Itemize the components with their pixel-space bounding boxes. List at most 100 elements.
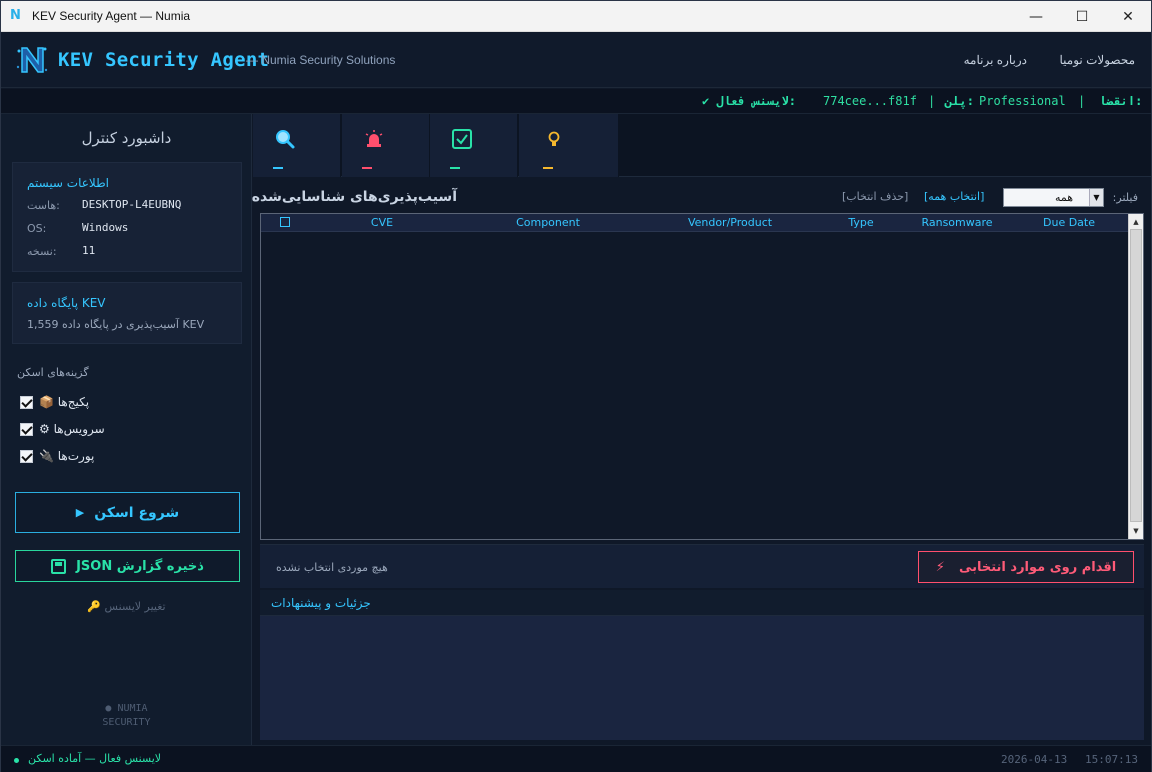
act-on-selected-button[interactable]: اقدام روی موارد انتخابی ⚡	[918, 551, 1134, 583]
minimize-button[interactable]: —	[1013, 1, 1059, 32]
system-info-card: اطلاعات سیستم هاست: DESKTOP-L4EUBNQ OS: …	[12, 162, 242, 272]
search-icon	[276, 130, 295, 149]
scroll-up-icon[interactable]: ▲	[1130, 216, 1142, 228]
save-json-label: ذخیره گزارش JSON	[76, 558, 204, 574]
status-dot-icon	[14, 758, 19, 763]
alarm-icon	[365, 130, 383, 147]
ports-checkbox[interactable]	[20, 449, 33, 463]
app-logo-icon: N	[10, 8, 21, 23]
play-icon: ▶	[75, 506, 85, 519]
save-icon	[51, 558, 67, 574]
menu-about[interactable]: درباره برنامه	[964, 53, 1027, 67]
column-type[interactable]: Type	[848, 216, 873, 229]
os-label: OS:	[27, 222, 47, 235]
brand-line-1: ● NUMIA	[105, 703, 148, 714]
brand-watermark: ● NUMIA SECURITY	[1, 702, 252, 730]
option-services[interactable]: ⚙ سرویس‌ها	[20, 422, 105, 436]
details-title: جزئیات و پیشنهادات	[271, 596, 371, 610]
version-value: 11	[82, 244, 96, 257]
close-button[interactable]: ✕	[1105, 1, 1151, 32]
bulb-icon	[548, 131, 560, 146]
filter-dropdown[interactable]: همه ▼	[1003, 188, 1104, 207]
scroll-down-icon[interactable]: ▼	[1130, 525, 1142, 537]
chevron-down-icon: ▼	[1089, 189, 1103, 206]
license-separator: |	[1078, 94, 1086, 108]
start-scan-label: شروع اسکن	[94, 504, 180, 521]
status-text: لایسنس فعال — آماده اسکن	[28, 752, 162, 765]
table-scrollbar[interactable]: ▲ ▼	[1128, 214, 1143, 539]
host-label: هاست:	[27, 199, 60, 212]
expiry-label: انقضا:	[1099, 94, 1143, 108]
maximize-button[interactable]: ☐	[1059, 1, 1105, 32]
os-value: Windows	[82, 221, 129, 234]
column-component[interactable]: Component	[516, 216, 580, 229]
plan-value: Professional	[979, 94, 1066, 108]
license-bar: ✔ لایسنس فعال: 774cee...f81f | پلن: Prof…	[1, 89, 1151, 114]
tab-remediation[interactable]	[430, 114, 518, 177]
save-json-button[interactable]: ذخیره گزارش JSON	[15, 550, 240, 582]
status-bar: لایسنس فعال — آماده اسکن 2026-04-13 15:0…	[1, 745, 1151, 772]
status-time: 15:07:13	[1085, 753, 1138, 766]
act-on-selected-label: اقدام روی موارد انتخابی	[958, 559, 1117, 575]
services-label: ⚙ سرویس‌ها	[39, 422, 105, 436]
sidebar-title: داشبورد کنترل	[81, 129, 172, 147]
option-packages[interactable]: 📦 پکیج‌ها	[20, 395, 89, 409]
filter-label: فیلتر:	[1112, 191, 1138, 204]
tab-scan-results[interactable]	[253, 114, 341, 177]
kev-database-summary: 1,559 آسیب‌پذیری در پایگاه داده KEV	[27, 318, 205, 331]
column-vendor-product[interactable]: Vendor/Product	[688, 216, 772, 229]
plan-label: پلن:	[945, 94, 974, 108]
app-header: KEV Security Agent — Numia Security Solu…	[1, 32, 1151, 88]
packages-checkbox[interactable]	[20, 395, 33, 409]
vulnerabilities-table[interactable]: CVE Component Vendor/Product Type Ransom…	[260, 213, 1144, 540]
app-title: KEV Security Agent	[58, 49, 270, 71]
select-all-checkbox[interactable]	[280, 217, 290, 227]
license-separator: |	[928, 94, 936, 108]
license-key: 774cee...f81f	[823, 94, 917, 108]
app-subtitle: — Numia Security Solutions	[246, 53, 396, 67]
details-panel: جزئیات و پیشنهادات	[260, 590, 1144, 740]
tab-underline	[450, 167, 460, 169]
title-bar: N KEV Security Agent — Numia — ☐ ✕	[1, 1, 1151, 32]
ports-label: 🔌 پورت‌ها	[39, 449, 95, 463]
column-due-date[interactable]: Due Date	[1043, 216, 1095, 229]
license-status: ✔ لایسنس فعال:	[702, 94, 796, 108]
scrollbar-thumb[interactable]	[1130, 229, 1142, 522]
numia-logo-icon	[16, 47, 48, 73]
sidebar: داشبورد کنترل اطلاعات سیستم هاست: DESKTO…	[1, 114, 252, 745]
action-bar: هیچ موردی انتخاب نشده اقدام روی موارد ان…	[260, 544, 1144, 588]
bolt-icon: ⚡	[935, 559, 945, 575]
window-title: KEV Security Agent — Numia	[32, 9, 191, 23]
tab-underline	[362, 167, 372, 169]
kev-database-title: پایگاه داده KEV	[27, 296, 106, 310]
change-license-link[interactable]: تغییر لایسنس 🔑	[1, 600, 252, 613]
status-date: 2026-04-13	[1001, 753, 1068, 766]
select-all-link[interactable]: [انتخاب همه]	[924, 190, 984, 203]
kev-database-card: پایگاه داده KEV 1,559 آسیب‌پذیری در پایگ…	[12, 282, 242, 344]
system-info-title: اطلاعات سیستم	[27, 176, 109, 190]
column-ransomware[interactable]: Ransomware	[921, 216, 992, 229]
main-panel: آسیب‌پذیری‌های شناسایی‌شده [حذف انتخاب] …	[251, 114, 1151, 745]
start-scan-button[interactable]: شروع اسکن ▶	[15, 492, 240, 533]
tab-underline	[543, 167, 553, 169]
host-value: DESKTOP-L4EUBNQ	[82, 198, 182, 211]
vulnerabilities-title: آسیب‌پذیری‌های شناسایی‌شده	[251, 189, 457, 205]
table-header: CVE Component Vendor/Product Type Ransom…	[261, 214, 1128, 232]
tab-underline	[273, 167, 283, 169]
details-header: جزئیات و پیشنهادات	[260, 590, 1144, 616]
deselect-all-link[interactable]: [حذف انتخاب]	[842, 190, 908, 203]
version-label: نسخه:	[27, 245, 57, 258]
brand-line-2: SECURITY	[102, 717, 151, 728]
column-cve[interactable]: CVE	[371, 216, 393, 229]
services-checkbox[interactable]	[20, 422, 33, 436]
check-icon	[452, 129, 472, 149]
menu-products[interactable]: محصولات نومیا	[1060, 53, 1136, 67]
app-window: N KEV Security Agent — Numia — ☐ ✕ KEV S…	[0, 0, 1152, 772]
filter-selected-value: همه	[1054, 191, 1073, 204]
selection-status: هیچ موردی انتخاب نشده	[276, 561, 388, 574]
packages-label: 📦 پکیج‌ها	[39, 395, 90, 409]
tab-bar	[253, 114, 1151, 177]
tab-recommendations[interactable]	[519, 114, 619, 177]
tab-alerts[interactable]	[342, 114, 430, 177]
option-ports[interactable]: 🔌 پورت‌ها	[20, 449, 94, 463]
